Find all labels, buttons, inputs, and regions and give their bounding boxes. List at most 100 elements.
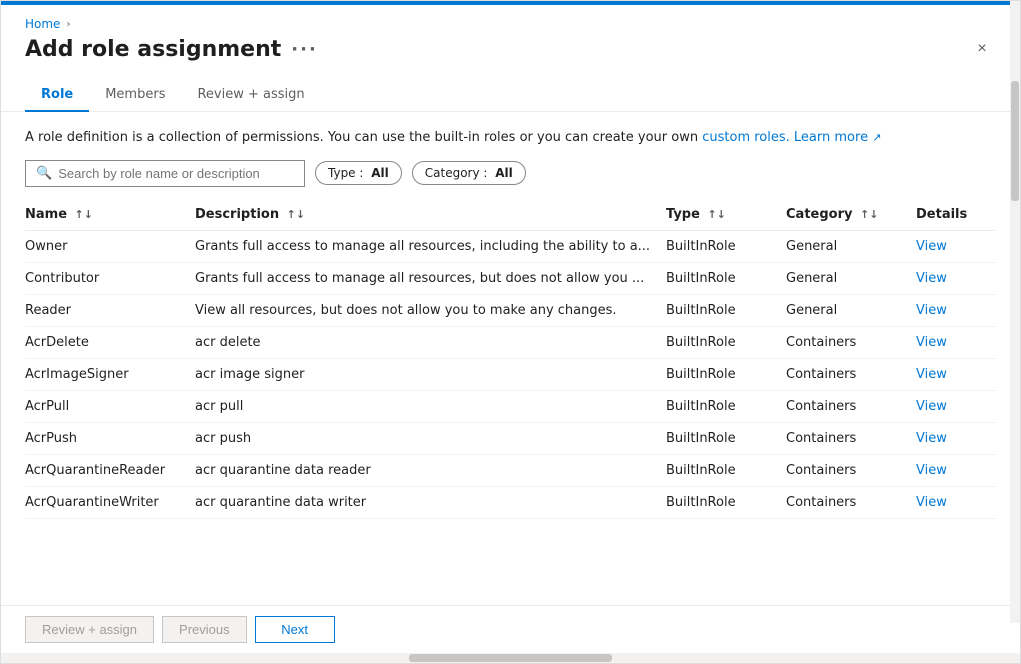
table-header-row: Name ↑↓ Description ↑↓ Type ↑↓ Category … (25, 199, 996, 231)
view-link[interactable]: View (916, 399, 947, 414)
view-link[interactable]: View (916, 495, 947, 510)
cell-type: BuiltInRole (666, 262, 786, 294)
footer: Review + assign Previous Next (1, 605, 1020, 653)
breadcrumb-chevron: › (66, 19, 70, 30)
learn-more-link[interactable]: Learn more ↗ (794, 130, 882, 145)
table-row[interactable]: AcrPushacr pushBuiltInRoleContainersView (25, 422, 996, 454)
table-body: OwnerGrants full access to manage all re… (25, 230, 996, 518)
view-link[interactable]: View (916, 367, 947, 382)
search-input[interactable] (58, 166, 294, 181)
cell-name: AcrImageSigner (25, 358, 195, 390)
table-row[interactable]: AcrQuarantineWriteracr quarantine data w… (25, 486, 996, 518)
col-header-category[interactable]: Category ↑↓ (786, 199, 916, 231)
external-link-icon: ↗ (872, 131, 881, 144)
sort-name-icon: ↑↓ (75, 208, 93, 221)
cell-name: Contributor (25, 262, 195, 294)
cell-category: General (786, 230, 916, 262)
tab-members[interactable]: Members (89, 79, 181, 112)
cell-details: View (916, 454, 996, 486)
cell-category: Containers (786, 454, 916, 486)
cell-name: Owner (25, 230, 195, 262)
table-row[interactable]: AcrDeleteacr deleteBuiltInRoleContainers… (25, 326, 996, 358)
sort-cat-icon: ↑↓ (860, 208, 878, 221)
h-scrollbar-thumb (409, 654, 613, 662)
view-link[interactable]: View (916, 431, 947, 446)
cell-type: BuiltInRole (666, 230, 786, 262)
cell-description: View all resources, but does not allow y… (195, 294, 666, 326)
vertical-scrollbar-track[interactable] (1010, 1, 1020, 623)
cell-description: Grants full access to manage all resourc… (195, 262, 666, 294)
cell-description: acr image signer (195, 358, 666, 390)
search-icon: 🔍 (36, 166, 52, 181)
page-title: Add role assignment ··· (25, 37, 318, 62)
header: Add role assignment ··· × (1, 31, 1020, 63)
cell-category: Containers (786, 390, 916, 422)
roles-table: Name ↑↓ Description ↑↓ Type ↑↓ Category … (25, 199, 996, 519)
cell-type: BuiltInRole (666, 486, 786, 518)
close-button[interactable]: × (968, 35, 996, 63)
ellipsis-menu[interactable]: ··· (291, 39, 318, 60)
cell-type: BuiltInRole (666, 294, 786, 326)
cell-description: acr quarantine data writer (195, 486, 666, 518)
cell-details: View (916, 326, 996, 358)
cell-name: AcrPush (25, 422, 195, 454)
search-box[interactable]: 🔍 (25, 160, 305, 187)
filter-bar: 🔍 Type : All Category : All (1, 160, 1020, 199)
table-row[interactable]: ReaderView all resources, but does not a… (25, 294, 996, 326)
review-assign-button[interactable]: Review + assign (25, 616, 154, 643)
sort-desc-icon: ↑↓ (287, 208, 305, 221)
tab-review-assign[interactable]: Review + assign (181, 79, 320, 112)
previous-button[interactable]: Previous (162, 616, 247, 643)
custom-roles-link[interactable]: custom roles. (702, 130, 790, 145)
breadcrumb: Home › (1, 5, 1020, 31)
col-header-description[interactable]: Description ↑↓ (195, 199, 666, 231)
cell-category: Containers (786, 358, 916, 390)
cell-description: acr push (195, 422, 666, 454)
cell-category: Containers (786, 326, 916, 358)
cell-description: Grants full access to manage all resourc… (195, 230, 666, 262)
home-link[interactable]: Home (25, 17, 60, 31)
col-header-type[interactable]: Type ↑↓ (666, 199, 786, 231)
table-row[interactable]: AcrPullacr pullBuiltInRoleContainersView (25, 390, 996, 422)
view-link[interactable]: View (916, 463, 947, 478)
cell-type: BuiltInRole (666, 358, 786, 390)
cell-details: View (916, 422, 996, 454)
table-row[interactable]: OwnerGrants full access to manage all re… (25, 230, 996, 262)
roles-table-container: Name ↑↓ Description ↑↓ Type ↑↓ Category … (1, 199, 1020, 606)
tab-role[interactable]: Role (25, 79, 89, 112)
view-link[interactable]: View (916, 239, 947, 254)
sort-type-icon: ↑↓ (707, 208, 725, 221)
horizontal-scrollbar[interactable] (1, 653, 1020, 663)
cell-description: acr quarantine data reader (195, 454, 666, 486)
cell-category: Containers (786, 422, 916, 454)
cell-type: BuiltInRole (666, 390, 786, 422)
category-filter[interactable]: Category : All (412, 161, 526, 185)
description-text: A role definition is a collection of per… (1, 112, 1020, 160)
cell-category: Containers (786, 486, 916, 518)
cell-details: View (916, 358, 996, 390)
cell-name: Reader (25, 294, 195, 326)
main-window: Home › Add role assignment ··· × Role Me… (0, 0, 1021, 664)
cell-name: AcrDelete (25, 326, 195, 358)
table-row[interactable]: AcrImageSigneracr image signerBuiltInRol… (25, 358, 996, 390)
next-button[interactable]: Next (255, 616, 335, 643)
view-link[interactable]: View (916, 303, 947, 318)
table-row[interactable]: AcrQuarantineReaderacr quarantine data r… (25, 454, 996, 486)
col-header-details: Details (916, 199, 996, 231)
col-header-name[interactable]: Name ↑↓ (25, 199, 195, 231)
cell-type: BuiltInRole (666, 454, 786, 486)
cell-details: View (916, 294, 996, 326)
vertical-scrollbar-thumb (1011, 81, 1019, 201)
type-filter[interactable]: Type : All (315, 161, 402, 185)
tab-bar: Role Members Review + assign (1, 63, 1020, 112)
view-link[interactable]: View (916, 335, 947, 350)
cell-details: View (916, 390, 996, 422)
cell-name: AcrQuarantineWriter (25, 486, 195, 518)
cell-details: View (916, 486, 996, 518)
table-row[interactable]: ContributorGrants full access to manage … (25, 262, 996, 294)
cell-type: BuiltInRole (666, 326, 786, 358)
cell-category: General (786, 262, 916, 294)
view-link[interactable]: View (916, 271, 947, 286)
cell-name: AcrQuarantineReader (25, 454, 195, 486)
cell-type: BuiltInRole (666, 422, 786, 454)
